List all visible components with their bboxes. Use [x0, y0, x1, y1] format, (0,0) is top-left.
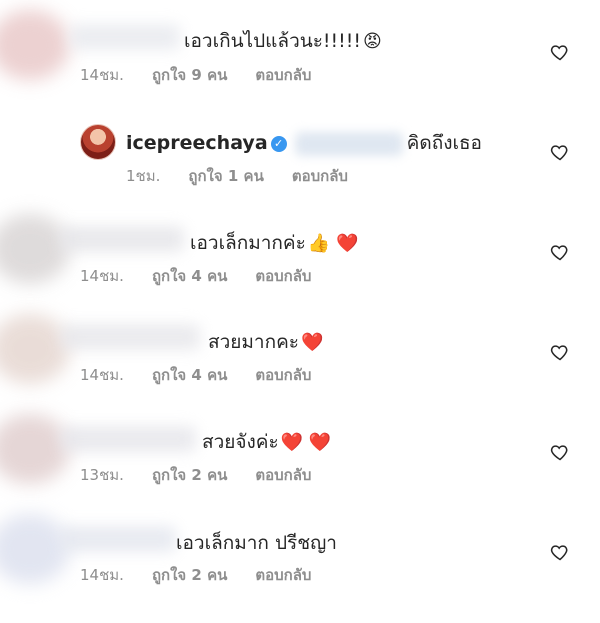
comment-meta: 14ชม. ถูกใจ 4 คน ตอบกลับ: [80, 264, 311, 288]
avatar[interactable]: [80, 124, 116, 160]
comment-body: เอวเล็กมากค่ะ: [190, 232, 306, 254]
reply-button[interactable]: ตอบกลับ: [255, 363, 311, 387]
comment-text: สวยมากคะ ❤️: [208, 327, 323, 357]
comment-meta: 1ชม. ถูกใจ 1 คน ตอบกลับ: [126, 164, 348, 188]
comment-text: สวยจังค่ะ ❤️ ❤️: [202, 427, 331, 457]
reply-button[interactable]: ตอบกลับ: [255, 63, 311, 87]
likes-count[interactable]: ถูกใจ 4 คน: [152, 264, 227, 288]
comment-meta: 14ชม. ถูกใจ 2 คน ตอบกลับ: [80, 563, 311, 587]
reply-button[interactable]: ตอบกลับ: [255, 563, 311, 587]
username-redacted[interactable]: [70, 24, 180, 50]
avatar[interactable]: [0, 214, 70, 284]
reply-button[interactable]: ตอบกลับ: [255, 264, 311, 288]
username-redacted[interactable]: [60, 324, 200, 350]
likes-count[interactable]: ถูกใจ 2 คน: [152, 463, 227, 487]
heart-outline-icon[interactable]: [550, 342, 570, 362]
emoji: ❤️ ❤️: [280, 432, 332, 453]
reply-button[interactable]: ตอบกลับ: [255, 463, 311, 487]
likes-count[interactable]: ถูกใจ 4 คน: [152, 363, 227, 387]
heart-outline-icon[interactable]: [550, 242, 570, 262]
timestamp: 14ชม.: [80, 267, 124, 285]
likes-count[interactable]: ถูกใจ 1 คน: [188, 164, 263, 188]
likes-count[interactable]: ถูกใจ 9 คน: [152, 63, 227, 87]
comment-text: เอวเล็กมาก ปรีชญา: [176, 528, 337, 558]
reply-button[interactable]: ตอบกลับ: [292, 164, 348, 188]
comment-meta: 14ชม. ถูกใจ 4 คน ตอบกลับ: [80, 363, 311, 387]
heart-outline-icon[interactable]: [550, 542, 570, 562]
comment-item: เอวเล็กมาก ปรีชญา 14ชม. ถูกใจ 2 คน ตอบกล…: [0, 500, 600, 600]
avatar[interactable]: [0, 414, 70, 484]
comment-item: icepreechaya ✓ คิดถึงเธอ 1ชม. ถูกใจ 1 คน ต…: [0, 100, 600, 200]
heart-outline-icon[interactable]: [550, 442, 570, 462]
timestamp: 13ชม.: [80, 466, 124, 484]
comment-body: เอวเกินไปแล้วนะ!!!!!: [184, 30, 362, 52]
username-redacted[interactable]: [60, 226, 184, 252]
comment-meta: 13ชม. ถูกใจ 2 คน ตอบกลับ: [80, 463, 311, 487]
comment-body: สวยมากคะ: [208, 331, 300, 353]
comment-body: เอวเล็กมาก ปรีชญา: [176, 532, 337, 554]
avatar[interactable]: [0, 514, 70, 584]
comment-item: เอวเล็กมากค่ะ 👍 ❤️ 14ชม. ถูกใจ 4 คน ตอบกล…: [0, 200, 600, 300]
comment-item: สวยมากคะ ❤️ 14ชม. ถูกใจ 4 คน ตอบกลับ: [0, 300, 600, 400]
comment-body: สวยจังค่ะ: [202, 431, 279, 453]
username[interactable]: icepreechaya: [126, 132, 268, 154]
mention-redacted[interactable]: [294, 131, 403, 156]
avatar[interactable]: [0, 10, 70, 80]
timestamp: 14ชม.: [80, 66, 124, 84]
username-redacted[interactable]: [60, 526, 176, 552]
emoji: 👍 ❤️: [307, 233, 359, 254]
comment-body: คิดถึงเธอ: [406, 132, 482, 154]
comment-item: เอวเกินไปแล้วนะ!!!!! 😡 14ชม. ถูกใจ 9 คน ต…: [0, 0, 600, 100]
timestamp: 14ชม.: [80, 366, 124, 384]
comment-meta: 14ชม. ถูกใจ 9 คน ตอบกลับ: [80, 63, 311, 87]
avatar[interactable]: [0, 314, 70, 384]
likes-count[interactable]: ถูกใจ 2 คน: [152, 563, 227, 587]
comment-text: เอวเล็กมากค่ะ 👍 ❤️: [190, 228, 358, 258]
heart-outline-icon[interactable]: [550, 42, 570, 62]
comment-list: เอวเกินไปแล้วนะ!!!!! 😡 14ชม. ถูกใจ 9 คน ต…: [0, 0, 600, 623]
username-redacted[interactable]: [60, 426, 196, 452]
comment-text: เอวเกินไปแล้วนะ!!!!! 😡: [184, 26, 382, 56]
emoji: 😡: [363, 31, 382, 52]
heart-outline-icon[interactable]: [550, 142, 570, 162]
timestamp: 1ชม.: [126, 167, 161, 185]
comment-item: สวยจังค่ะ ❤️ ❤️ 13ชม. ถูกใจ 2 คน ตอบกลับ: [0, 400, 600, 500]
timestamp: 14ชม.: [80, 566, 124, 584]
emoji: ❤️: [301, 332, 324, 353]
comment-text: icepreechaya ✓ คิดถึงเธอ: [126, 128, 482, 158]
verified-badge-icon: ✓: [270, 136, 287, 152]
